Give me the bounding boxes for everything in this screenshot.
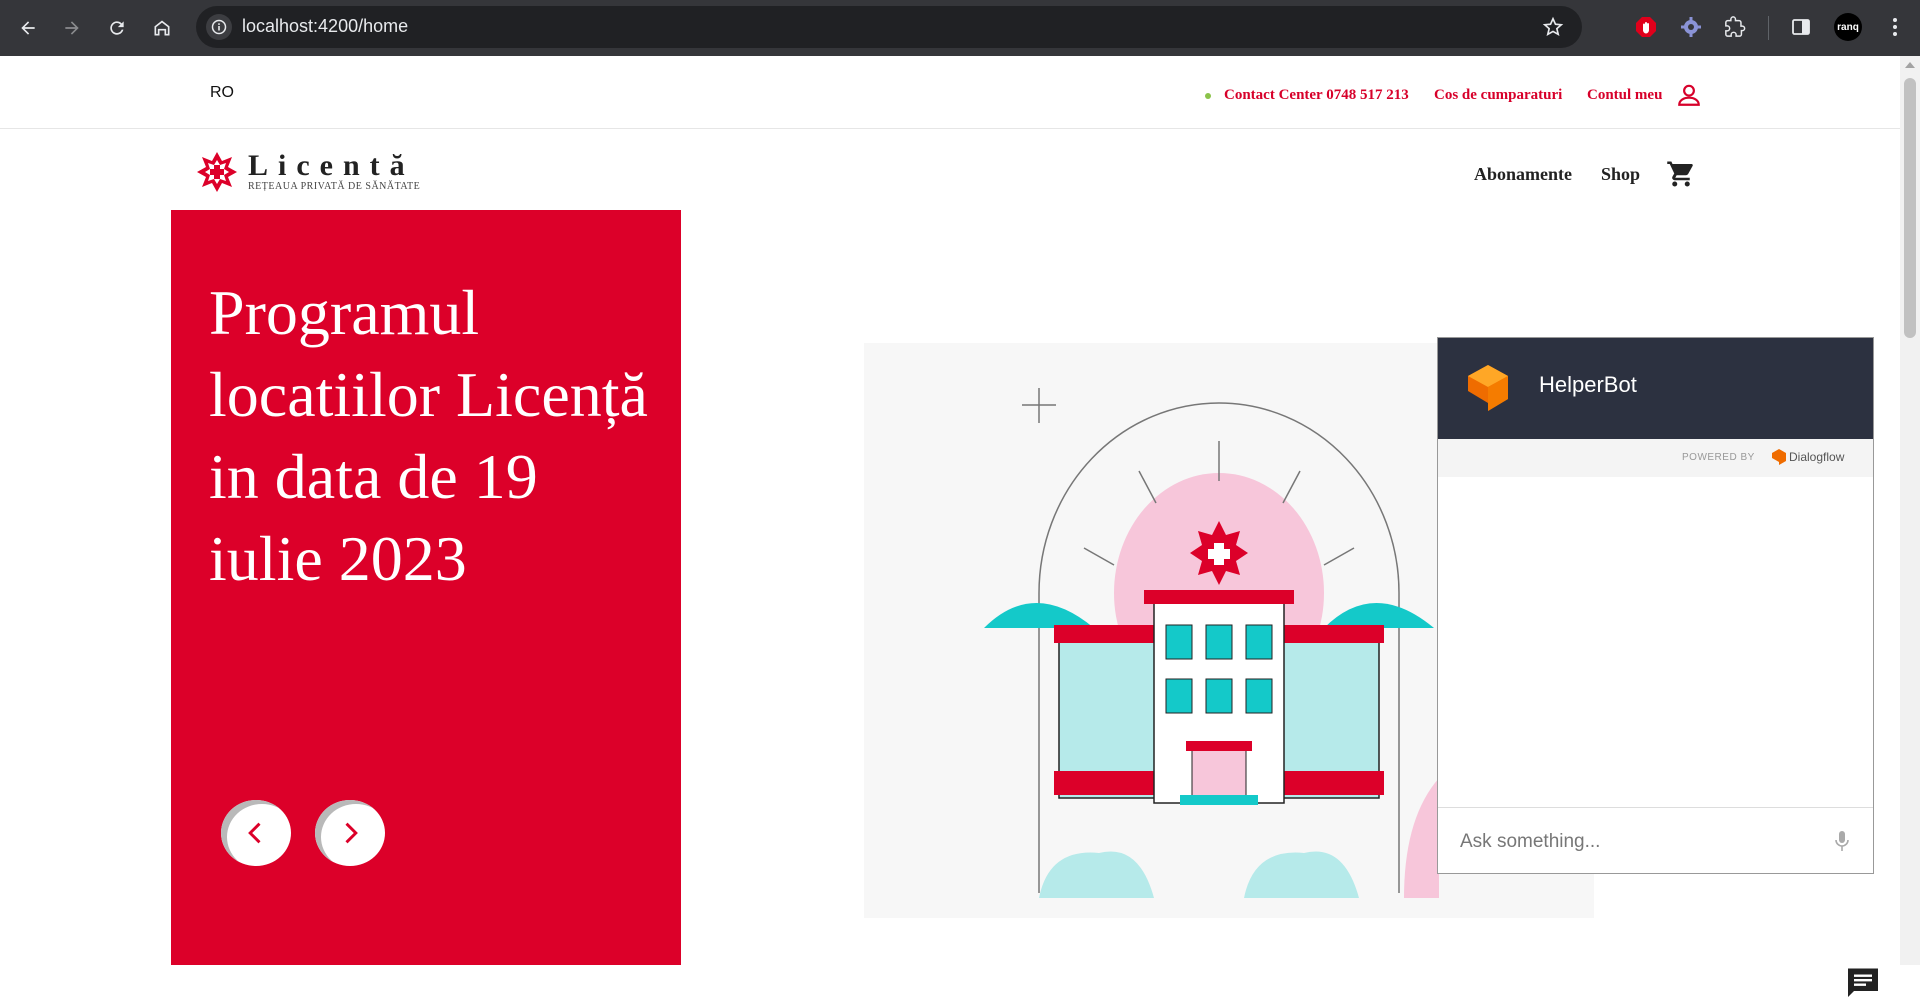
hero-title: Programul locatiilor Licență in data de … <box>209 277 648 594</box>
cart-icon[interactable] <box>1666 159 1696 189</box>
chat-title: HelperBot <box>1539 372 1637 397</box>
user-icon[interactable] <box>1676 82 1702 108</box>
scroll-up-icon[interactable] <box>1905 62 1915 68</box>
profile-avatar[interactable]: ranq <box>1834 13 1862 41</box>
chevron-left-icon <box>248 822 261 844</box>
carousel-prev-button[interactable] <box>221 800 291 866</box>
microphone-icon[interactable] <box>1833 830 1851 852</box>
shopping-cart-link[interactable]: Cos de cumparaturi <box>1434 87 1562 104</box>
nav-subscriptions[interactable]: Abonamente <box>1474 164 1572 185</box>
brand-logo[interactable]: Licentă REȚEAUA PRIVATĂ DE SĂNĂTATE <box>196 149 436 197</box>
home-icon[interactable] <box>146 12 178 44</box>
scrollbar-thumb[interactable] <box>1904 78 1916 338</box>
chevron-right-icon <box>345 822 358 844</box>
main-navigation: Licentă REȚEAUA PRIVATĂ DE SĂNĂTATE Abon… <box>0 129 1900 215</box>
account-link[interactable]: Contul meu <box>1587 87 1662 104</box>
brand-tagline: REȚEAUA PRIVATĂ DE SĂNĂTATE <box>248 181 421 192</box>
language-selector[interactable]: RO <box>210 84 234 102</box>
bookmark-star-icon[interactable] <box>1542 16 1564 38</box>
top-info-bar: RO Contact Center 0748 517 213 Cos de cu… <box>0 56 1900 129</box>
chat-message-input[interactable] <box>1458 824 1812 860</box>
page-scrollbar[interactable] <box>1900 56 1920 965</box>
adblock-extension-icon[interactable] <box>1633 14 1659 40</box>
toolbar-divider <box>1768 16 1769 40</box>
carousel-next-button[interactable] <box>315 800 385 866</box>
powered-by-label: POWERED BY <box>1682 452 1755 463</box>
url-text: localhost:4200/home <box>242 16 409 36</box>
powered-by-bar: POWERED BY Dialogflow <box>1438 439 1873 477</box>
browser-toolbar: localhost:4200/home ranq <box>0 0 1920 56</box>
reload-icon[interactable] <box>101 12 133 44</box>
dialogflow-logo-icon <box>1772 449 1786 465</box>
star-cross-logo-icon <box>197 152 237 192</box>
page-content: RO Contact Center 0748 517 213 Cos de cu… <box>0 56 1900 997</box>
forward-icon[interactable] <box>56 12 88 44</box>
back-icon[interactable] <box>12 12 44 44</box>
contact-center-link[interactable]: Contact Center 0748 517 213 <box>1224 87 1409 104</box>
provider-name: Dialogflow <box>1789 450 1845 464</box>
provider-badge: Dialogflow <box>1772 449 1844 465</box>
chat-bubble-icon[interactable] <box>1845 964 1881 1000</box>
dialogflow-bot-icon <box>1468 365 1508 411</box>
brand-name: Licentă <box>248 149 415 182</box>
address-bar[interactable]: localhost:4200/home <box>196 6 1582 48</box>
nav-shop[interactable]: Shop <box>1601 164 1640 185</box>
status-dot <box>1205 93 1211 99</box>
browser-menu-icon[interactable] <box>1882 14 1908 40</box>
chat-header: HelperBot <box>1438 338 1873 439</box>
chatbot-widget: HelperBot POWERED BY Dialogflow <box>1437 337 1874 874</box>
chat-input-bar <box>1438 807 1873 874</box>
site-info-icon[interactable] <box>206 14 232 40</box>
settings-extension-icon[interactable] <box>1678 14 1704 40</box>
extensions-puzzle-icon[interactable] <box>1722 14 1748 40</box>
side-panel-icon[interactable] <box>1788 14 1814 40</box>
